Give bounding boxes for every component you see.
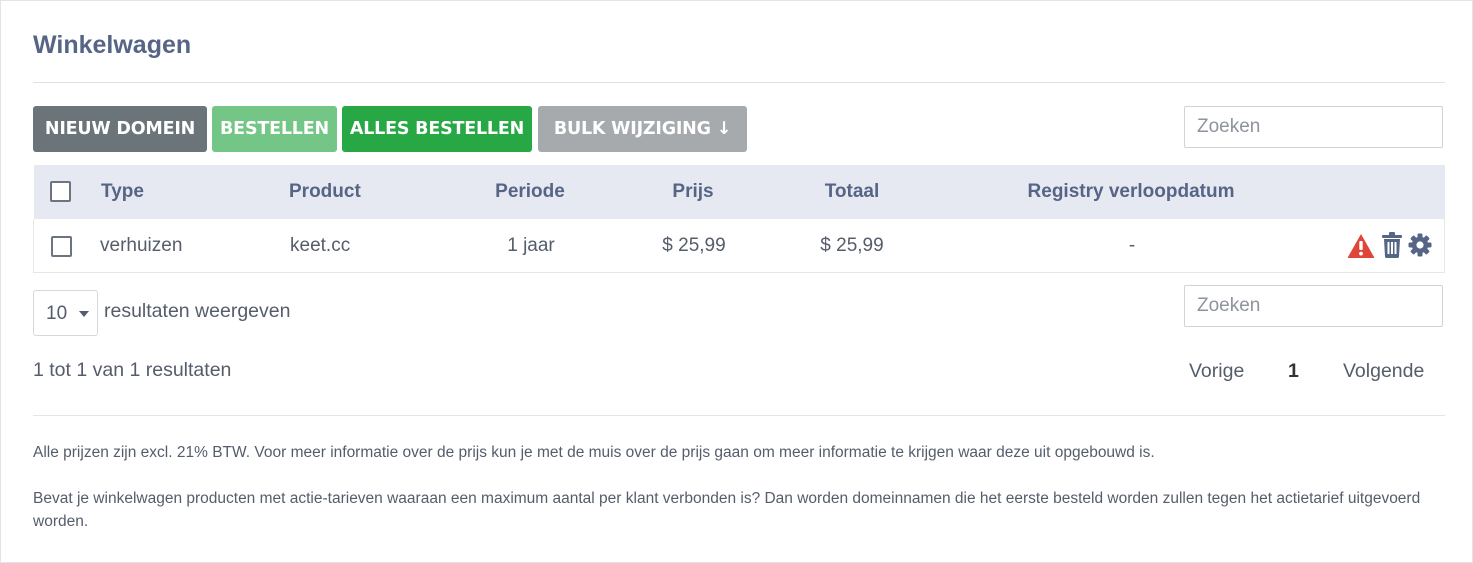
row-checkbox[interactable] <box>51 236 72 257</box>
chevron-down-icon <box>79 311 89 317</box>
table-row: verhuizen keet.cc 1 jaar $ 25,99 $ 25,99… <box>33 219 1445 273</box>
cell-type: verhuizen <box>100 235 183 256</box>
cell-total: $ 25,99 <box>820 235 884 256</box>
cell-period: 1 jaar <box>507 235 555 256</box>
column-header-registry-expiry[interactable]: Registry verloopdatum <box>1028 165 1235 219</box>
table-header: Type Product Periode Prijs Totaal Regist… <box>34 165 1445 219</box>
column-header-type[interactable]: Type <box>101 165 144 219</box>
price-note: Alle prijzen zijn excl. 21% BTW. Voor me… <box>33 444 1155 461</box>
search-input-bottom[interactable] <box>1184 285 1443 327</box>
bulk-edit-button[interactable]: BULK WIJZIGING ↓ <box>538 106 747 152</box>
pagination-previous[interactable]: Vorige <box>1189 360 1244 383</box>
page-length-label: resultaten weergeven <box>104 300 291 322</box>
select-all-checkbox[interactable] <box>50 181 71 202</box>
divider <box>33 82 1445 83</box>
cell-registry-expiry: - <box>1128 235 1136 256</box>
pagination-next[interactable]: Volgende <box>1343 360 1424 383</box>
page-length-select[interactable]: 10 <box>33 290 98 336</box>
column-header-product[interactable]: Product <box>289 165 361 219</box>
search-input[interactable] <box>1184 106 1443 148</box>
order-all-button[interactable]: ALLES BESTELLEN <box>342 106 532 152</box>
gear-icon[interactable] <box>1408 233 1432 262</box>
new-domain-button[interactable]: NIEUW DOMEIN <box>33 106 207 152</box>
cell-price[interactable]: $ 25,99 <box>662 219 725 273</box>
order-button[interactable]: BESTELLEN <box>212 106 337 152</box>
pagination-page-1[interactable]: 1 <box>1288 360 1299 383</box>
column-header-price[interactable]: Prijs <box>672 165 713 219</box>
trash-icon[interactable] <box>1382 232 1402 263</box>
promo-note: Bevat je winkelwagen producten met actie… <box>33 490 1421 530</box>
page-title: Winkelwagen <box>33 31 192 59</box>
cart-panel: Winkelwagen NIEUW DOMEIN BESTELLEN ALLES… <box>0 0 1473 563</box>
page-length-value: 10 <box>46 303 68 324</box>
results-info: 1 tot 1 van 1 resultaten <box>33 359 232 381</box>
cell-product: keet.cc <box>290 235 351 256</box>
divider <box>33 415 1445 416</box>
column-header-total[interactable]: Totaal <box>825 165 880 219</box>
warning-icon[interactable] <box>1347 233 1375 264</box>
column-header-period[interactable]: Periode <box>495 165 565 219</box>
